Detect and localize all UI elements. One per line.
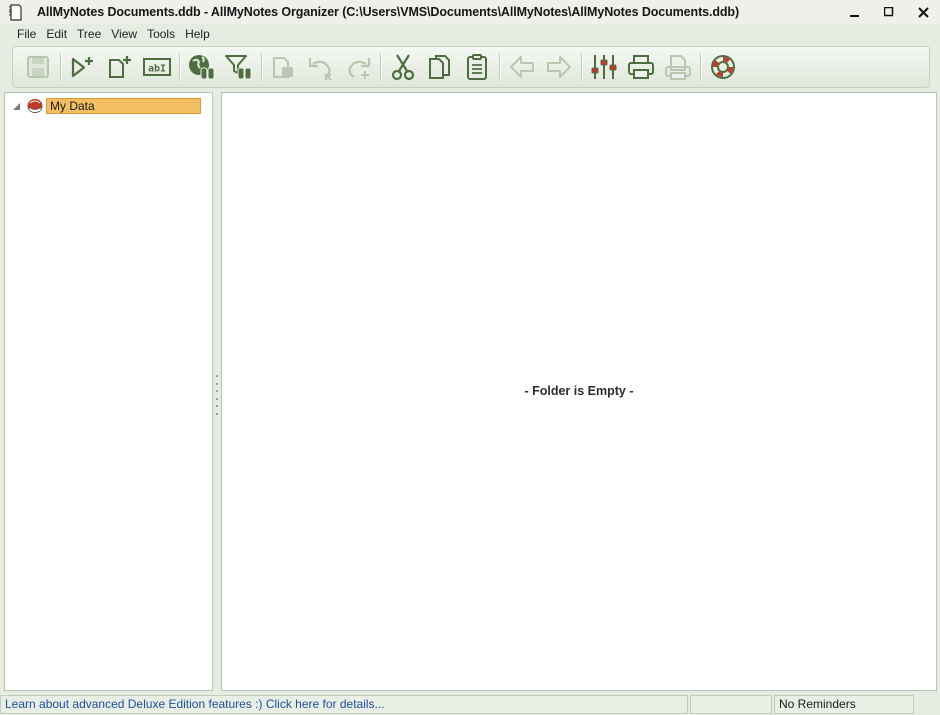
status-middle-cell <box>690 694 772 714</box>
menu-edit[interactable]: Edit <box>41 27 72 41</box>
save-icon[interactable] <box>23 52 53 82</box>
menu-tools[interactable]: Tools <box>142 27 180 41</box>
new-note-icon[interactable] <box>105 52 135 82</box>
rename-icon[interactable]: abI <box>142 52 172 82</box>
menu-view[interactable]: View <box>106 27 142 41</box>
maximize-icon[interactable] <box>872 0 906 24</box>
note-content-pane[interactable]: - Folder is Empty - <box>221 92 937 691</box>
filter-search-icon[interactable] <box>224 52 254 82</box>
window-controls <box>838 0 940 24</box>
back-icon[interactable] <box>507 52 537 82</box>
menu-help[interactable]: Help <box>180 27 215 41</box>
deluxe-promo-link[interactable]: Learn about advanced Deluxe Edition feat… <box>0 694 688 714</box>
new-folder-icon[interactable] <box>68 52 98 82</box>
global-search-icon[interactable] <box>187 52 217 82</box>
help-lifebuoy-icon[interactable] <box>708 52 738 82</box>
minimize-icon[interactable] <box>838 0 872 24</box>
database-icon <box>27 99 43 113</box>
pane-splitter[interactable] <box>213 92 220 691</box>
print-icon[interactable] <box>626 52 656 82</box>
paste-icon[interactable] <box>462 52 492 82</box>
toolbar-separator <box>700 53 701 81</box>
menu-tree[interactable]: Tree <box>72 27 106 41</box>
status-bar: Learn about advanced Deluxe Edition feat… <box>0 693 940 715</box>
toolbar-separator <box>179 53 180 81</box>
splitter-grip-icon <box>215 375 218 415</box>
folder-tree-pane[interactable]: My Data <box>4 92 213 691</box>
copy-icon[interactable] <box>425 52 455 82</box>
undo-icon[interactable] <box>306 52 336 82</box>
toolbar-separator <box>380 53 381 81</box>
toolbar: abI <box>12 46 930 88</box>
find-in-note-icon[interactable] <box>269 52 299 82</box>
window-title: AllMyNotes Documents.ddb - AllMyNotes Or… <box>37 5 740 19</box>
promo-link-text[interactable]: Learn about advanced Deluxe Edition feat… <box>5 697 385 711</box>
empty-folder-message: - Folder is Empty - <box>524 384 634 398</box>
toolbar-separator <box>60 53 61 81</box>
svg-text:abI: abI <box>148 64 166 75</box>
print-preview-icon[interactable] <box>663 52 693 82</box>
redo-icon[interactable] <box>343 52 373 82</box>
notebook-icon[interactable] <box>7 3 23 21</box>
reminders-status[interactable]: No Reminders <box>774 694 914 714</box>
toolbar-separator <box>261 53 262 81</box>
menu-bar: File Edit Tree View Tools Help <box>0 24 940 44</box>
toolbar-separator <box>499 53 500 81</box>
close-icon[interactable] <box>906 0 940 24</box>
tree-expand-triangle-icon[interactable] <box>11 101 21 111</box>
tree-node-label[interactable]: My Data <box>46 98 201 114</box>
settings-sliders-icon[interactable] <box>589 52 619 82</box>
cut-icon[interactable] <box>388 52 418 82</box>
toolbar-separator <box>581 53 582 81</box>
tree-node-my-data[interactable]: My Data <box>11 96 201 116</box>
title-bar: AllMyNotes Documents.ddb - AllMyNotes Or… <box>0 0 940 24</box>
forward-icon[interactable] <box>544 52 574 82</box>
menu-file[interactable]: File <box>12 27 41 41</box>
